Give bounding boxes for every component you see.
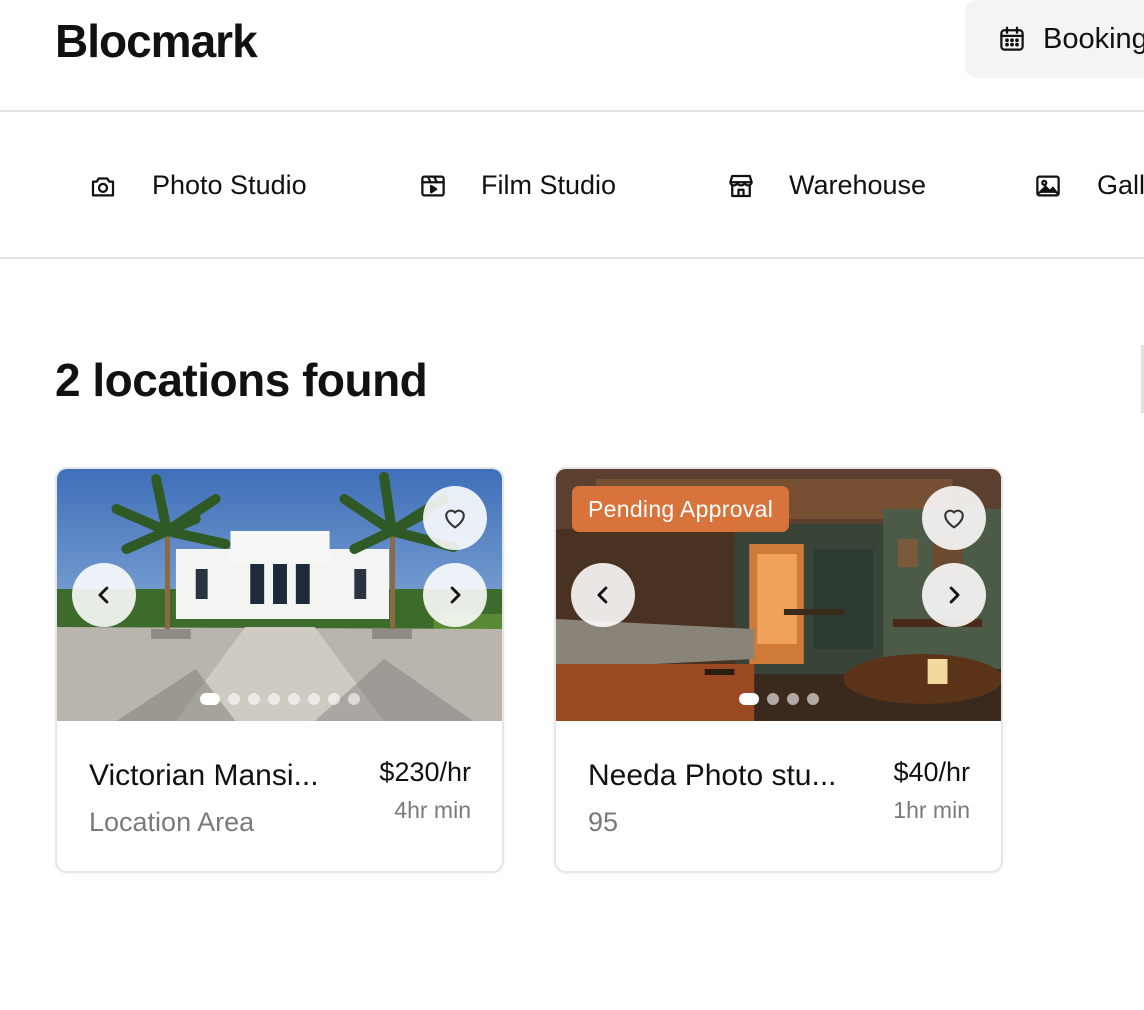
pagination-dot[interactable] bbox=[307, 693, 320, 705]
listing-card[interactable]: Victorian Mansi... Location Area $230/hr… bbox=[55, 467, 504, 873]
next-photo-button[interactable] bbox=[423, 563, 487, 627]
heart-icon bbox=[445, 509, 465, 529]
pagination-dot[interactable] bbox=[287, 693, 300, 705]
listing-name[interactable]: Needa Photo stu... bbox=[588, 759, 837, 793]
listing-price: $40/hr bbox=[893, 757, 970, 787]
category-label: Warehouse bbox=[789, 170, 927, 200]
listing-details: Victorian Mansi... Location Area $230/hr… bbox=[57, 721, 502, 871]
pagination-dot[interactable] bbox=[227, 693, 240, 705]
pagination-dot[interactable] bbox=[267, 693, 280, 705]
category-bar: Photo Studio Film Studio Warehouse Galle… bbox=[0, 112, 1144, 259]
status-badge: Pending Approval bbox=[572, 486, 790, 532]
bookings-label: Bookings bbox=[1043, 22, 1144, 55]
listing-minimum: 4hr min bbox=[394, 797, 471, 823]
listing-price: $230/hr bbox=[379, 757, 471, 787]
listing-minimum: 1hr min bbox=[893, 797, 970, 823]
store-icon bbox=[729, 174, 753, 197]
category-film-studio[interactable]: Film Studio bbox=[418, 170, 616, 201]
pagination-dot[interactable] bbox=[199, 693, 220, 705]
next-photo-button[interactable] bbox=[922, 563, 986, 627]
listing-area: Location Area bbox=[89, 807, 255, 837]
chevron-left-icon bbox=[98, 586, 109, 604]
photo-pagination bbox=[57, 693, 502, 705]
listing-photo-carousel[interactable] bbox=[57, 469, 502, 721]
camera-icon bbox=[91, 176, 115, 196]
listing-details: Needa Photo stu... 95 $40/hr 1hr min bbox=[556, 721, 1001, 871]
pagination-dot[interactable] bbox=[247, 693, 260, 705]
pagination-dot[interactable] bbox=[806, 693, 819, 705]
category-label: Film Studio bbox=[481, 170, 617, 200]
chevron-left-icon bbox=[597, 586, 608, 604]
previous-photo-button[interactable] bbox=[571, 563, 635, 627]
chevron-right-icon bbox=[450, 586, 461, 604]
listing-photo-carousel[interactable]: Pending Approval bbox=[556, 469, 1001, 721]
previous-photo-button[interactable] bbox=[72, 563, 136, 627]
pagination-dot[interactable] bbox=[766, 693, 779, 705]
category-label: Photo Studio bbox=[152, 170, 307, 200]
bookings-button[interactable]: Bookings bbox=[965, 0, 1144, 78]
favorite-button[interactable] bbox=[423, 486, 487, 550]
category-label: Gallery bbox=[1097, 170, 1144, 200]
pagination-dot[interactable] bbox=[786, 693, 799, 705]
results-count-heading: 2 locations found bbox=[55, 354, 428, 406]
listing-area: 95 bbox=[588, 807, 619, 837]
pagination-dot[interactable] bbox=[738, 693, 759, 705]
category-gallery[interactable]: Gallery bbox=[1033, 170, 1144, 201]
category-warehouse[interactable]: Warehouse bbox=[726, 170, 926, 201]
logo[interactable]: Blocmark bbox=[55, 14, 258, 68]
photo-pagination bbox=[556, 693, 1001, 705]
listing-card[interactable]: Pending Approval Needa Photo stu... 95 $… bbox=[554, 467, 1003, 873]
listing-name[interactable]: Victorian Mansi... bbox=[89, 759, 319, 793]
image-icon bbox=[1036, 175, 1060, 196]
top-bar: Blocmark Bookings bbox=[0, 0, 1144, 112]
favorite-button[interactable] bbox=[922, 486, 986, 550]
pagination-dot[interactable] bbox=[327, 693, 340, 705]
calendar-icon bbox=[1000, 26, 1024, 51]
category-photo-studio[interactable]: Photo Studio bbox=[88, 170, 307, 201]
pagination-dot[interactable] bbox=[347, 693, 360, 705]
clapperboard-icon bbox=[421, 175, 445, 196]
chevron-right-icon bbox=[949, 586, 960, 604]
heart-icon bbox=[944, 509, 964, 529]
